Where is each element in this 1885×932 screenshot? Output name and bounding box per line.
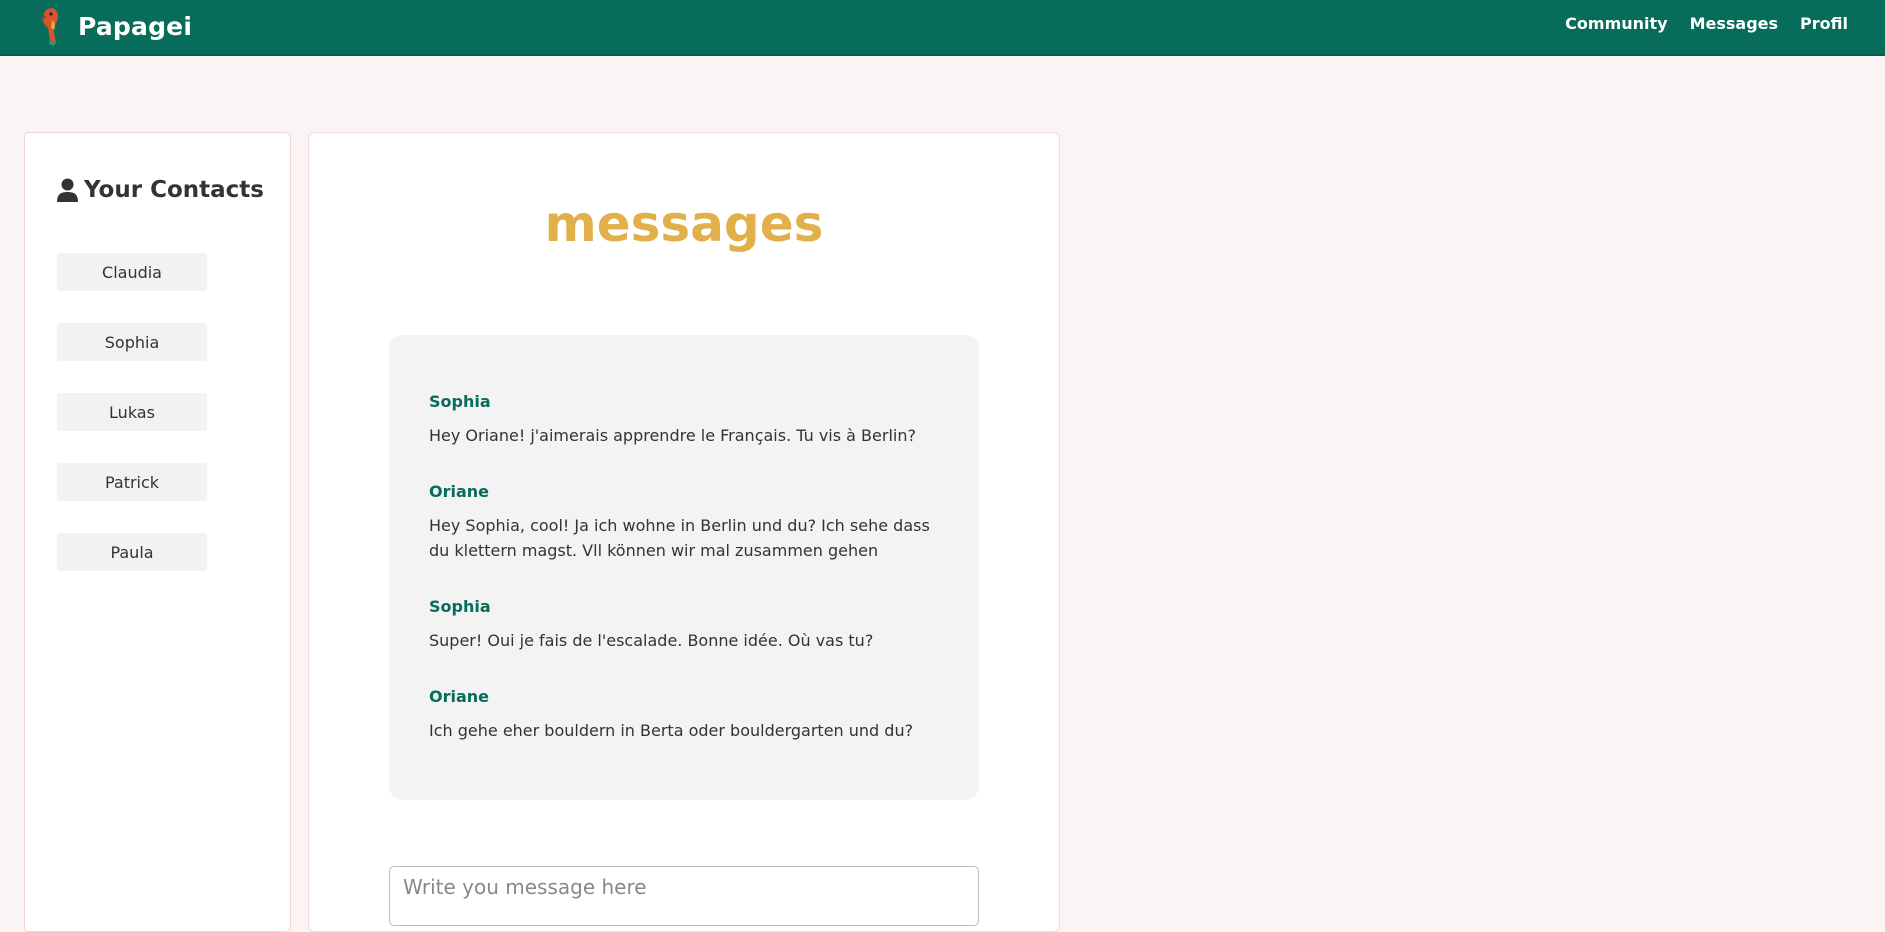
message-item: Oriane Hey Sophia, cool! Ja ich wohne in… xyxy=(429,482,944,563)
contact-claudia[interactable]: Claudia xyxy=(57,253,207,291)
message-thread: Sophia Hey Oriane! j'aimerais apprendre … xyxy=(389,335,979,800)
page-title: messages xyxy=(544,195,824,253)
brand[interactable]: Papagei xyxy=(36,6,192,46)
nav-links: Community Messages Profil xyxy=(1565,14,1848,33)
parrot-logo-icon xyxy=(40,8,58,46)
contacts-title: Your Contacts xyxy=(84,177,264,203)
message-author: Sophia xyxy=(429,597,491,616)
nav-messages[interactable]: Messages xyxy=(1690,14,1778,33)
navbar: Papagei Community Messages Profil xyxy=(0,0,1885,56)
message-text: Super! Oui je fais de l'escalade. Bonne … xyxy=(429,631,874,650)
message-item: Sophia Super! Oui je fais de l'escalade.… xyxy=(429,597,944,653)
message-author: Oriane xyxy=(429,687,490,706)
message-item: Sophia Hey Oriane! j'aimerais apprendre … xyxy=(429,392,944,448)
nav-community[interactable]: Community xyxy=(1565,14,1667,33)
message-author: Oriane xyxy=(429,482,490,501)
contact-sophia[interactable]: Sophia xyxy=(57,323,207,361)
contacts-heading: Your Contacts xyxy=(57,177,264,203)
brand-name: Papagei xyxy=(78,11,193,41)
contact-paula[interactable]: Paula xyxy=(57,533,207,571)
nav-profil[interactable]: Profil xyxy=(1800,14,1848,33)
user-icon xyxy=(57,178,78,202)
messages-panel: messages Sophia Hey Oriane! j'aimerais a… xyxy=(308,132,1060,932)
message-item: Oriane Ich gehe eher bouldern in Berta o… xyxy=(429,687,944,743)
message-text: Hey Sophia, cool! Ja ich wohne in Berlin… xyxy=(429,516,930,560)
message-text: Hey Oriane! j'aimerais apprendre le Fran… xyxy=(429,426,916,445)
contacts-panel: Your Contacts Claudia Sophia Lukas Patri… xyxy=(24,132,291,932)
message-input[interactable] xyxy=(389,866,979,926)
message-author: Sophia xyxy=(429,392,491,411)
message-text: Ich gehe eher bouldern in Berta oder bou… xyxy=(429,721,914,740)
contact-lukas[interactable]: Lukas xyxy=(57,393,207,431)
contact-patrick[interactable]: Patrick xyxy=(57,463,207,501)
